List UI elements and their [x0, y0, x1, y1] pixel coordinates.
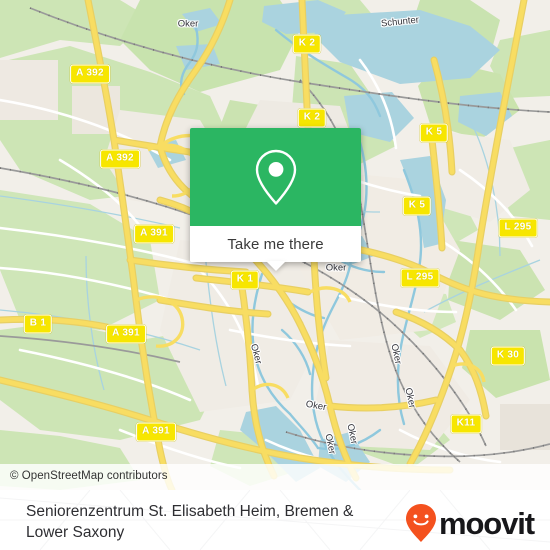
- road-shield: L 295: [498, 218, 538, 238]
- take-me-there-button[interactable]: Take me there: [190, 226, 361, 262]
- take-me-there-label: Take me there: [227, 235, 324, 253]
- page-title: Seniorenzentrum St. Elisabeth Heim, Brem…: [26, 503, 354, 541]
- road-shield: K 1: [230, 270, 260, 290]
- road-shield: A 391: [134, 224, 174, 244]
- road-shield: A 391: [136, 422, 176, 442]
- map-attribution[interactable]: © OpenStreetMap contributors: [0, 463, 550, 490]
- road-shield: K 2: [297, 108, 327, 128]
- road-shield: A 391: [106, 324, 146, 344]
- road-shield: A 392: [70, 64, 110, 84]
- moovit-wordmark: moovit: [438, 505, 535, 541]
- popup-pointer: [265, 261, 286, 271]
- moovit-logo[interactable]: moovit: [405, 503, 535, 543]
- road-shield: K 5: [419, 123, 449, 143]
- road-shield: B 1: [23, 314, 53, 334]
- water-label: Oker: [325, 262, 347, 274]
- road-shield: K11: [450, 414, 482, 434]
- road-shield: K 5: [402, 196, 432, 216]
- popup-header: [190, 128, 361, 226]
- road-shield: L 295: [400, 268, 440, 288]
- page-footer: Seniorenzentrum St. Elisabeth Heim, Brem…: [0, 490, 550, 550]
- road-shield: K 2: [292, 34, 322, 54]
- water-label: Oker: [177, 18, 199, 30]
- road-shield: K 30: [490, 346, 526, 366]
- location-popup-card[interactable]: Take me there: [190, 128, 361, 271]
- moovit-pin-icon: [405, 504, 436, 542]
- map-page: A 392 A 392 A 391 A 391 B 1 A 391 K 2 K …: [0, 0, 550, 550]
- road-shield: A 392: [100, 149, 140, 169]
- map-pin-icon: [255, 149, 296, 205]
